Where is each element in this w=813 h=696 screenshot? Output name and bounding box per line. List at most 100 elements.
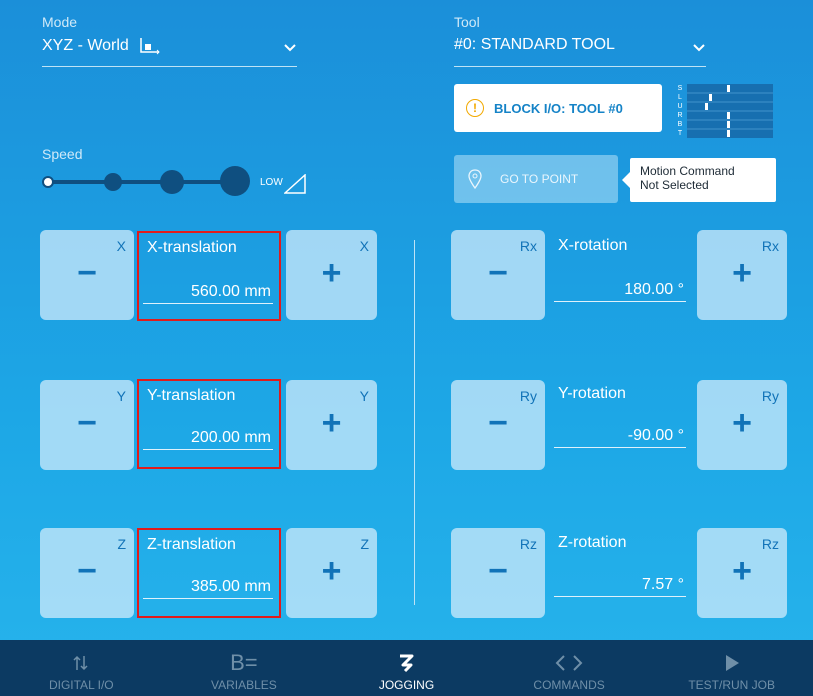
y-minus-button[interactable]: Y − (40, 380, 134, 470)
jogging-icon (398, 650, 414, 676)
plus-icon: + (321, 254, 342, 292)
tooltip-line: Motion Command (640, 164, 735, 178)
code-brackets-icon (554, 650, 584, 676)
y-translation-field[interactable]: Y-translation 200.00 mm (137, 379, 281, 469)
z-translation-field[interactable]: Z-translation 385.00 mm (137, 528, 281, 618)
x-translation-field[interactable]: X-translation 560.00 mm (137, 231, 281, 321)
minus-icon: − (77, 254, 97, 292)
z-translation-title: Z-translation (147, 536, 236, 553)
block-io-label: BLOCK I/O: TOOL #0 (494, 100, 623, 116)
rz-minus-button[interactable]: Rz − (451, 528, 545, 618)
motion-command-tooltip: Motion Command Not Selected (622, 158, 776, 202)
mode-label: Mode (42, 14, 78, 30)
indicator-letter: R (677, 112, 683, 119)
axis-label: Rx (519, 238, 537, 254)
axis-label: Ry (519, 388, 537, 404)
axis-label: X (359, 238, 369, 254)
tool-label: Tool (454, 14, 480, 30)
nav-label: DIGITAL I/O (48, 678, 114, 692)
z-minus-button[interactable]: Z − (40, 528, 134, 618)
minus-icon: − (77, 552, 97, 590)
arrows-updown-icon (73, 650, 89, 676)
block-io-button[interactable]: ! BLOCK I/O: TOOL #0 (454, 84, 662, 132)
speed-ramp-icon (284, 174, 306, 194)
nav-label: VARIABLES (210, 678, 277, 692)
chevron-down-icon (284, 44, 296, 52)
location-pin-icon (468, 169, 482, 189)
x-rotation-title: X-rotation (558, 237, 628, 254)
y-plus-button[interactable]: Y + (286, 380, 377, 470)
axis-label: Ry (761, 388, 779, 404)
nav-label: JOGGING (378, 678, 435, 692)
indicator-letter: T (677, 130, 683, 137)
go-to-point-button[interactable]: GO TO POINT (454, 155, 618, 203)
x-rotation-value: 180.00 ° (624, 281, 684, 298)
world-axes-icon (139, 36, 161, 56)
axis-label: Z (360, 536, 369, 552)
chevron-down-icon (693, 44, 705, 52)
y-translation-title: Y-translation (147, 387, 236, 404)
axis-status-indicator: S L U R B T (675, 84, 775, 138)
z-rotation-field[interactable]: Z-rotation 7.57 ° (550, 528, 692, 618)
z-rotation-value: 7.57 ° (642, 576, 684, 593)
z-plus-button[interactable]: Z + (286, 528, 377, 618)
plus-icon: + (732, 552, 752, 590)
bottom-nav: DIGITAL I/O B= VARIABLES JOGGING COMMAND… (0, 640, 813, 696)
nav-item-commands[interactable]: COMMANDS (488, 640, 651, 696)
axis-label: Rz (761, 536, 779, 552)
x-plus-button[interactable]: X + (286, 230, 377, 320)
axis-label: Rx (761, 238, 779, 254)
play-icon (724, 650, 740, 676)
tooltip-line: Not Selected (640, 178, 709, 192)
warning-icon: ! (466, 99, 484, 117)
ry-minus-button[interactable]: Ry − (451, 380, 545, 470)
y-rotation-title: Y-rotation (558, 385, 626, 402)
variables-icon: B= (230, 650, 258, 675)
minus-icon: − (488, 254, 508, 292)
tool-select[interactable]: #0: STANDARD TOOL (454, 36, 706, 68)
y-rotation-field[interactable]: Y-rotation -90.00 ° (550, 379, 692, 469)
nav-label: COMMANDS (533, 678, 605, 692)
axis-label: Z (117, 536, 126, 552)
indicator-letter: S (677, 85, 683, 92)
axis-label: Rz (519, 536, 537, 552)
axis-label: Y (116, 388, 126, 404)
ry-plus-button[interactable]: Ry + (697, 380, 787, 470)
nav-item-variables[interactable]: B= VARIABLES (163, 640, 326, 696)
speed-level-text: LOW (260, 177, 283, 188)
plus-icon: + (321, 552, 342, 590)
nav-item-jogging[interactable]: JOGGING (325, 640, 488, 696)
speed-handle[interactable] (42, 176, 54, 188)
axis-label: X (116, 238, 126, 254)
x-rotation-field[interactable]: X-rotation 180.00 ° (550, 231, 692, 321)
go-to-point-label: GO TO POINT (500, 172, 579, 186)
nav-item-digital-io[interactable]: DIGITAL I/O (0, 640, 163, 696)
plus-icon: + (732, 254, 752, 292)
minus-icon: − (77, 404, 97, 442)
z-rotation-title: Z-rotation (558, 534, 627, 551)
plus-icon: + (321, 404, 342, 442)
plus-icon: + (732, 404, 752, 442)
speed-slider[interactable]: LOW (42, 164, 306, 200)
tool-value: #0: STANDARD TOOL (454, 36, 615, 53)
x-minus-button[interactable]: X − (40, 230, 134, 320)
rz-plus-button[interactable]: Rz + (697, 528, 787, 618)
y-translation-value: 200.00 mm (190, 429, 271, 446)
x-translation-value: 560.00 mm (190, 283, 271, 300)
rx-minus-button[interactable]: Rx − (451, 230, 545, 320)
divider (414, 240, 415, 605)
minus-icon: − (488, 552, 508, 590)
y-rotation-value: -90.00 ° (627, 427, 684, 444)
nav-item-test-run-job[interactable]: TEST/RUN JOB (650, 640, 813, 696)
indicator-letter: L (678, 94, 682, 101)
minus-icon: − (488, 404, 508, 442)
z-translation-value: 385.00 mm (190, 578, 271, 595)
rx-plus-button[interactable]: Rx + (697, 230, 787, 320)
indicator-letter: B (677, 121, 683, 128)
mode-select[interactable]: XYZ - World (42, 36, 297, 68)
indicator-letter: U (677, 103, 683, 110)
speed-label: Speed (42, 146, 83, 162)
mode-value: XYZ - World (42, 37, 129, 54)
x-translation-title: X-translation (147, 239, 237, 256)
axis-label: Y (359, 388, 369, 404)
